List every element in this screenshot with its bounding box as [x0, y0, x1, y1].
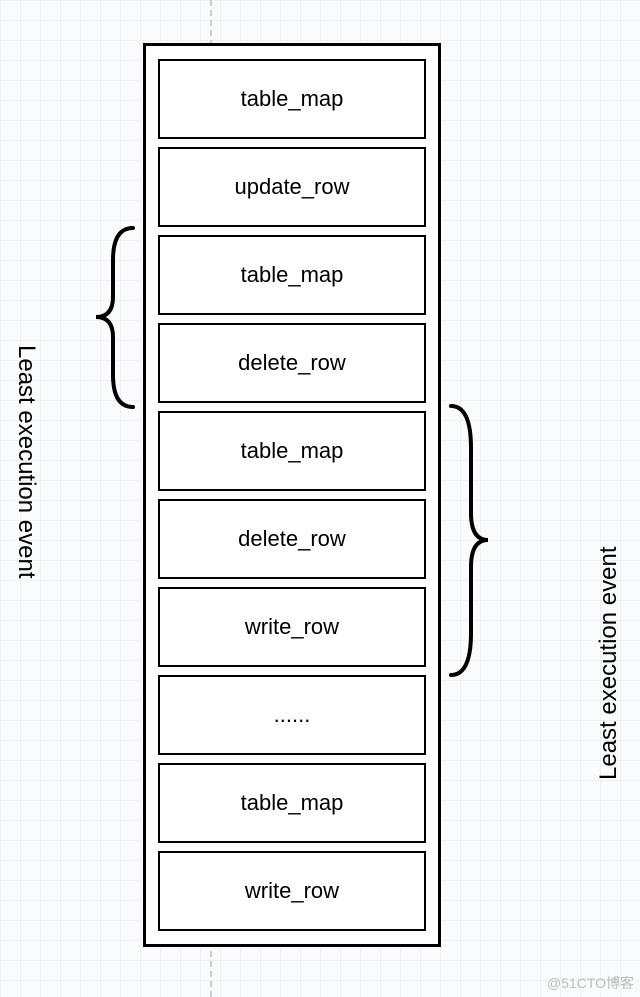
right-brace-label: Least execution event [595, 547, 623, 781]
stack-cell: write_row [158, 587, 426, 667]
event-stack: table_map update_row table_map delete_ro… [143, 43, 441, 947]
stack-cell: table_map [158, 235, 426, 315]
stack-cell: ...... [158, 675, 426, 755]
stack-cell: table_map [158, 763, 426, 843]
stack-cell: write_row [158, 851, 426, 931]
right-brace-icon [441, 403, 496, 678]
watermark: @51CTO博客 [547, 973, 634, 993]
stack-cell: table_map [158, 59, 426, 139]
left-brace-icon [88, 225, 143, 410]
stack-cell: table_map [158, 411, 426, 491]
left-brace-label: Least execution event [12, 345, 40, 579]
stack-cell: update_row [158, 147, 426, 227]
stack-cell: delete_row [158, 499, 426, 579]
stack-cell: delete_row [158, 323, 426, 403]
